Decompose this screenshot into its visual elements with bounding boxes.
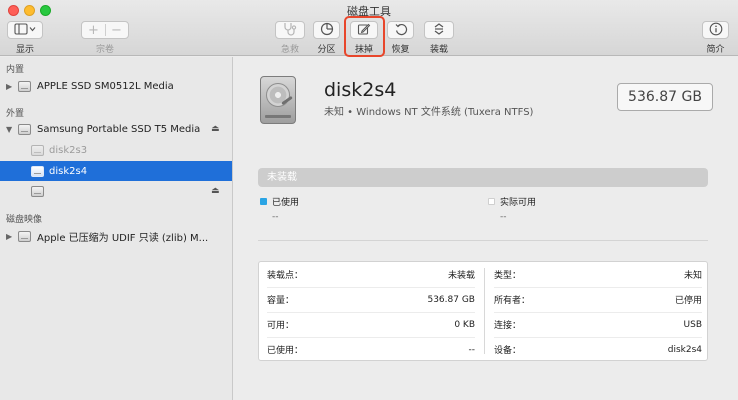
first-aid-label: 急救 [280,45,299,55]
sidebar-item-label: Samsung Portable SSD T5 Media [37,123,201,135]
first-aid-button[interactable] [275,21,305,39]
display-label: 显示 [15,45,34,55]
detail-panel: disk2s4 未知 • Windows NT 文件系统 (Tuxera NTF… [234,57,738,400]
info-value: disk2s4 [667,344,702,355]
restore-label: 恢复 [391,45,410,55]
partition-button[interactable] [313,21,340,39]
sidebar-item-label: disk2s3 [49,144,88,156]
eject-icon[interactable]: ⏏ [211,124,220,134]
legend-used-value: -- [272,212,279,222]
disclosure-triangle-open-icon[interactable]: ▼ [6,125,12,134]
restore-button[interactable] [387,21,414,39]
usage-bar-label: 未装载 [267,172,297,183]
display-button[interactable] [7,21,43,39]
info-key: 类型： [494,271,522,281]
sidebar-item-label: APPLE SSD SM0512L Media [37,80,174,92]
title-bar: 磁盘工具 显示 + − 宗卷 急救 分区 抹掉 恢复 装载 简介 [0,0,738,57]
stethoscope-icon [282,22,298,39]
info-row-owners: 所有者： 已停用 [494,287,702,312]
volume-size-badge: 536.87 GB [617,83,713,111]
info-value: 已停用 [674,296,702,306]
sidebar-item-apple-udif-image[interactable]: ▶ Apple 已压缩为 UDIF 只读 (zlib) M... [0,226,232,246]
info-value: -- [468,344,476,355]
legend-free: 实际可用 -- [488,195,536,222]
sidebar: 内置 ▶ APPLE SSD SM0512L Media 外置 ▼ Samsun… [0,57,233,400]
section-header-external: 外置 [6,109,25,119]
disclosure-triangle-icon[interactable]: ▶ [6,82,12,91]
info-row-used: 已使用： -- [267,337,475,362]
add-volume-button[interactable]: + [82,23,105,38]
legend-free-label: 实际可用 [500,198,537,208]
usage-bar: 未装载 [258,168,708,187]
mount-label: 装载 [429,45,448,55]
section-divider [258,240,708,241]
info-table: 装载点： 未装载 容量： 536.87 GB 可用： 0 KB 已使用： -- … [258,261,708,361]
used-swatch [260,198,267,205]
info-value: USB [683,319,702,330]
volume-icon [31,144,44,156]
sidebar-item-disk2s3[interactable]: disk2s3 [0,140,232,160]
info-button[interactable] [702,21,729,39]
volume-segmented-control[interactable]: + − [81,21,129,39]
legend-free-value: -- [500,212,507,222]
hard-drive-icon [260,76,296,124]
sidebar-item-label: Apple 已压缩为 UDIF 只读 (zlib) M... [37,232,209,244]
info-key: 所有者： [494,296,531,306]
section-header-internal: 内置 [6,65,25,75]
info-row-capacity: 容量： 536.87 GB [267,287,475,312]
mount-icon [432,22,446,39]
info-key: 设备： [494,346,522,356]
restore-arrow-icon [394,22,408,39]
sidebar-item-disk2s4[interactable]: disk2s4 [0,161,232,181]
volume-label: 宗卷 [95,45,114,55]
disk-icon [18,123,31,135]
free-swatch [488,198,495,205]
info-row-device: 设备： disk2s4 [494,337,702,362]
pie-chart-icon [320,22,334,39]
info-row-type: 类型： 未知 [494,262,702,287]
sidebar-item-apple-ssd[interactable]: ▶ APPLE SSD SM0512L Media [0,76,232,96]
partition-label: 分区 [317,45,336,55]
volume-name: disk2s4 [324,79,397,101]
sidebar-item-unnamed-volume[interactable]: ⏏ [0,181,232,201]
column-divider [484,268,485,354]
info-key: 连接： [494,321,522,331]
sidebar-toggle-icon [14,22,36,38]
disclosure-triangle-icon[interactable]: ▶ [6,232,12,241]
erase-button[interactable] [350,21,378,39]
info-row-mount-point: 装载点： 未装载 [267,262,475,287]
sidebar-item-label: disk2s4 [49,165,88,177]
remove-volume-button[interactable]: − [105,23,128,38]
info-key: 容量： [267,296,295,306]
volume-icon [31,185,44,197]
section-header-disk-images: 磁盘映像 [6,215,43,225]
segment-divider [105,24,106,36]
info-icon [709,22,723,39]
erase-label: 抹掉 [354,45,373,55]
info-value: 0 KB [454,319,475,330]
info-label: 简介 [706,45,725,55]
info-value: 536.87 GB [427,294,475,305]
info-key: 已使用： [267,346,304,356]
volume-icon [31,165,44,177]
volume-subtitle: 未知 • Windows NT 文件系统 (Tuxera NTFS) [324,107,534,118]
info-row-available: 可用： 0 KB [267,312,475,337]
erase-pencil-icon [357,22,371,39]
legend-used: 已使用 -- [260,195,299,222]
info-value: 未装载 [447,271,475,281]
info-key: 可用： [267,321,295,331]
info-value: 未知 [683,271,702,281]
eject-icon[interactable]: ⏏ [211,186,220,196]
disk-icon [18,80,31,92]
mount-button[interactable] [424,21,454,39]
info-key: 装载点： [267,271,304,281]
info-row-connection: 连接： USB [494,312,702,337]
sidebar-item-samsung-ssd[interactable]: ▼ Samsung Portable SSD T5 Media ⏏ [0,119,232,139]
disk-image-icon [18,230,31,242]
legend-used-label: 已使用 [272,198,300,208]
